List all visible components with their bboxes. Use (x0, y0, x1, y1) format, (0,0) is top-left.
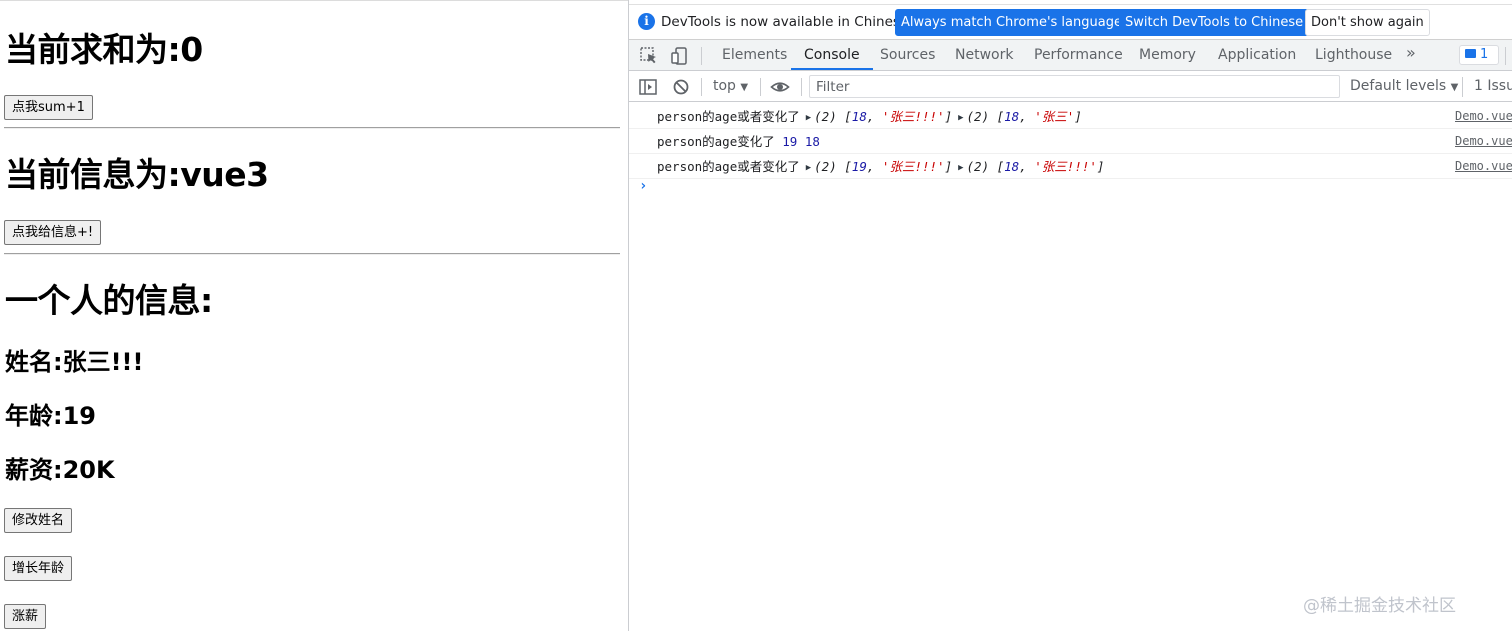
toolbar-separator (1462, 77, 1463, 97)
console-log-row[interactable]: person的age或者变化了 ▶ (2) [19, '张三!!!'] ▶ (2) [1… (629, 154, 1512, 179)
log-message: person的age或者变化了 ▶ (2) [19, '张三!!!'] ▶ (2) [1… (657, 154, 1104, 181)
live-expression-eye-icon[interactable] (770, 77, 790, 97)
match-language-button[interactable]: Always match Chrome's language (895, 9, 1128, 36)
expand-triangle-icon[interactable]: ▶ (958, 156, 963, 181)
log-levels-dropdown[interactable]: Default levels ▼ (1350, 78, 1458, 94)
language-infobar: i DevTools is now available in Chinese! … (629, 4, 1512, 40)
person-salary: 薪资:20K (5, 456, 115, 484)
log-source-link[interactable]: Demo.vue (1455, 104, 1512, 129)
message-icon (1465, 49, 1476, 58)
console-prompt-icon[interactable]: › (639, 178, 647, 194)
rename-button[interactable]: 修改姓名 (4, 508, 73, 533)
log-source-link[interactable]: Demo.vue (1455, 154, 1512, 179)
tab-memory[interactable]: Memory (1139, 40, 1196, 70)
expand-triangle-icon[interactable]: ▶ (806, 156, 811, 181)
console-filter-input[interactable] (809, 75, 1340, 98)
console-toolbar: top ▼ Default levels ▼ 1 Issue (629, 71, 1512, 102)
raise-salary-button[interactable]: 涨薪 (4, 604, 47, 629)
toggle-sidebar-icon[interactable] (638, 77, 658, 97)
toolbar-separator (701, 47, 702, 65)
devtools-panel: i DevTools is now available in Chinese! … (628, 0, 1512, 631)
log-levels-value: Default levels (1350, 78, 1447, 94)
context-selector[interactable]: top ▼ (713, 78, 748, 94)
issues-badge[interactable]: 1 (1459, 45, 1499, 65)
toolbar-separator (760, 78, 761, 96)
info-icon: i (638, 13, 655, 30)
watermark: @稀土掘金技术社区 (1303, 596, 1456, 616)
infobar-message: DevTools is now available in Chinese! (661, 14, 914, 30)
sum-increment-button[interactable]: 点我sum+1 (4, 95, 93, 120)
tab-elements[interactable]: Elements (722, 40, 787, 70)
toolbar-separator (801, 78, 802, 96)
log-source-link[interactable]: Demo.vue (1455, 129, 1512, 154)
switch-language-button[interactable]: Switch DevTools to Chinese (1119, 9, 1310, 36)
person-age: 年龄:19 (5, 402, 96, 430)
toolbar-separator (1505, 47, 1506, 65)
log-message: person的age或者变化了 ▶ (2) [18, '张三!!!'] ▶ (2) [1… (657, 104, 1082, 131)
tab-application[interactable]: Application (1218, 40, 1296, 70)
issues-counter[interactable]: 1 Issue (1474, 78, 1512, 94)
message-heading: 当前信息为:vue3 (5, 155, 269, 194)
person-name: 姓名:张三!!! (5, 348, 144, 376)
devtools-tabbar: Elements Console Sources Network Perform… (629, 40, 1512, 71)
tab-sources[interactable]: Sources (880, 40, 935, 70)
app-page: 当前求和为:0 点我sum+1 当前信息为:vue3 点我给信息+! 一个人的信… (0, 0, 628, 631)
inspect-element-icon[interactable] (639, 46, 659, 66)
tab-performance[interactable]: Performance (1034, 40, 1123, 70)
console-output: person的age或者变化了 ▶ (2) [18, '张三!!!'] ▶ (2) [1… (629, 102, 1512, 631)
expand-triangle-icon[interactable]: ▶ (806, 106, 811, 131)
chevron-down-icon: ▼ (740, 82, 749, 93)
log-message: person的age变化了 19 18 (657, 134, 820, 149)
divider (4, 127, 620, 129)
divider (4, 253, 620, 255)
dont-show-again-button[interactable]: Don't show again (1305, 9, 1430, 36)
tab-lighthouse[interactable]: Lighthouse (1315, 40, 1392, 70)
person-heading: 一个人的信息: (5, 281, 213, 320)
age-increase-button[interactable]: 增长年龄 (4, 556, 73, 581)
sum-heading: 当前求和为:0 (5, 30, 203, 69)
message-append-button[interactable]: 点我给信息+! (4, 220, 102, 245)
device-toolbar-icon[interactable] (669, 46, 689, 66)
clear-console-icon[interactable] (671, 77, 691, 97)
console-log-row[interactable]: person的age或者变化了 ▶ (2) [18, '张三!!!'] ▶ (2) [1… (629, 104, 1512, 129)
tab-console[interactable]: Console (791, 40, 873, 70)
more-tabs-icon[interactable]: » (1406, 43, 1416, 62)
console-log-row[interactable]: person的age变化了 19 18 Demo.vue (629, 129, 1512, 154)
toolbar-separator (701, 78, 702, 96)
issues-badge-count: 1 (1480, 47, 1489, 62)
context-value: top (713, 78, 736, 94)
tab-network[interactable]: Network (955, 40, 1013, 70)
chevron-down-icon: ▼ (1450, 82, 1459, 93)
expand-triangle-icon[interactable]: ▶ (958, 106, 963, 131)
